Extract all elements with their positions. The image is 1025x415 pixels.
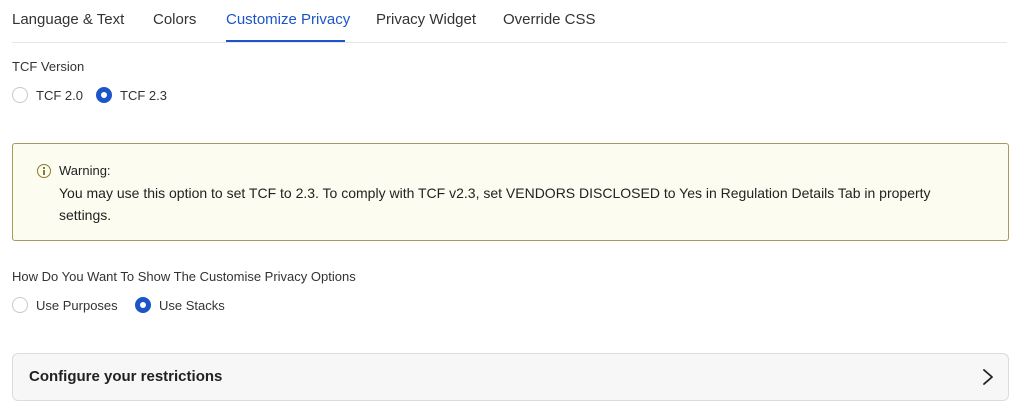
active-tab-indicator	[226, 40, 345, 42]
tab-colors[interactable]: Colors	[153, 11, 196, 28]
tab-override-css[interactable]: Override CSS	[503, 11, 596, 28]
tab-customize-privacy[interactable]: Customize Privacy	[226, 11, 350, 28]
use-stacks-radio[interactable]: Use Stacks	[135, 297, 225, 313]
tab-language-text[interactable]: Language & Text	[12, 11, 124, 28]
tab-privacy-widget[interactable]: Privacy Widget	[376, 11, 476, 28]
settings-tabs: Language & Text Colors Customize Privacy…	[12, 0, 1007, 43]
warning-banner: Warning: You may use this option to set …	[12, 143, 1009, 241]
radio-label: TCF 2.0	[36, 87, 83, 103]
warning-text: You may use this option to set TCF to 2.…	[59, 185, 931, 223]
radio-label: Use Stacks	[159, 297, 225, 313]
restrictions-title: Configure your restrictions	[29, 368, 223, 385]
radio-label: Use Purposes	[36, 297, 118, 313]
warning-title: Warning:	[59, 163, 111, 178]
tcf-2-0-radio[interactable]: TCF 2.0	[12, 87, 83, 103]
chevron-right-icon	[983, 369, 993, 385]
radio-checked-icon	[135, 297, 151, 313]
radio-unchecked-icon	[12, 297, 28, 313]
use-purposes-radio[interactable]: Use Purposes	[12, 297, 118, 313]
display-options-label: How Do You Want To Show The Customise Pr…	[12, 269, 356, 284]
radio-label: TCF 2.3	[120, 87, 167, 103]
configure-restrictions-accordion[interactable]: Configure your restrictions	[12, 353, 1009, 401]
tcf-version-label: TCF Version	[12, 59, 85, 74]
radio-checked-icon	[96, 87, 112, 103]
info-icon	[37, 164, 51, 178]
tcf-2-3-radio[interactable]: TCF 2.3	[96, 87, 167, 103]
radio-unchecked-icon	[12, 87, 28, 103]
